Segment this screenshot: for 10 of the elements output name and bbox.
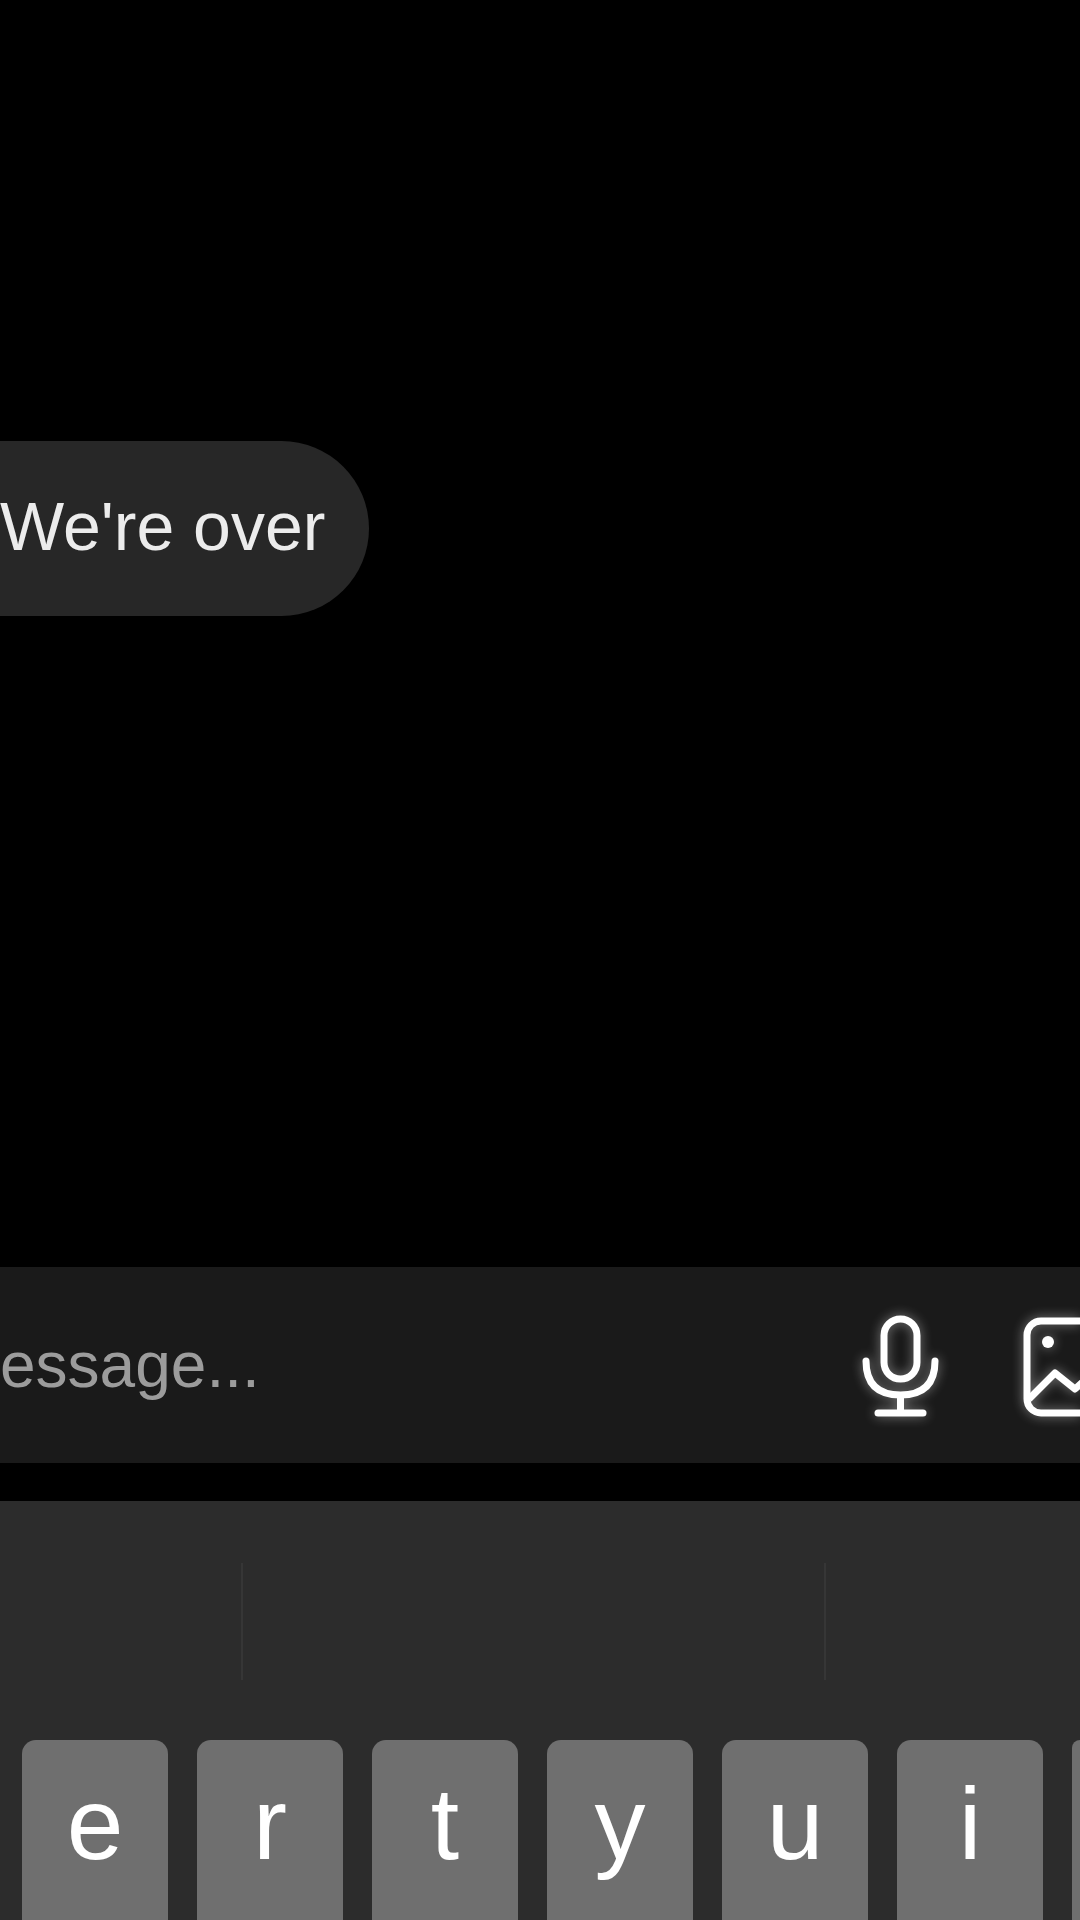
keyboard-key[interactable]: u [722, 1740, 868, 1920]
image-icon[interactable] [1023, 1317, 1080, 1417]
message-input[interactable]: essage... [0, 1267, 1080, 1463]
keyboard-key[interactable]: i [897, 1740, 1043, 1920]
microphone-icon[interactable] [861, 1315, 940, 1418]
keyboard-key[interactable]: y [547, 1740, 693, 1920]
keyboard-key[interactable]: t [372, 1740, 518, 1920]
keyboard-key[interactable]: e [22, 1740, 168, 1920]
keyboard-key[interactable]: r [197, 1740, 343, 1920]
message-bubble: We're over [0, 441, 370, 616]
